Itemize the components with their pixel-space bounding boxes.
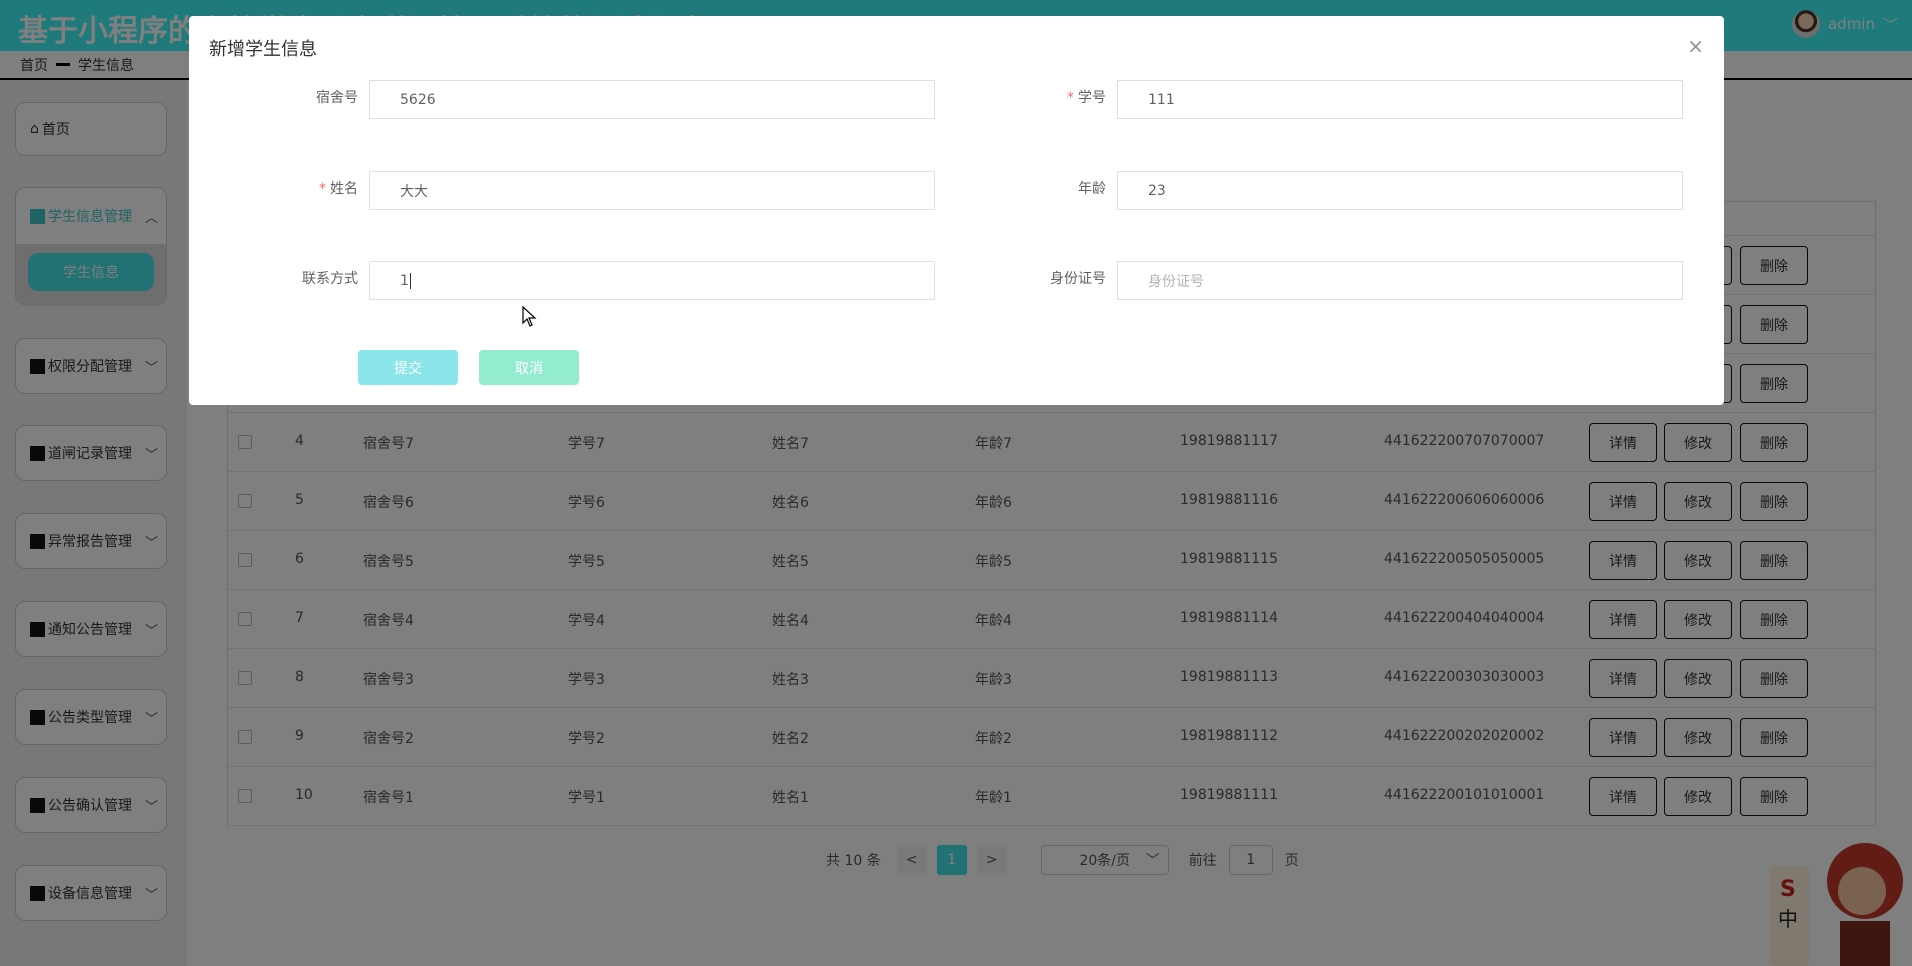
age-input[interactable]: 23 bbox=[1117, 171, 1683, 210]
dorm-input[interactable]: 5626 bbox=[369, 80, 935, 119]
contact-input[interactable]: 1 bbox=[369, 261, 935, 300]
close-icon[interactable]: × bbox=[1687, 34, 1704, 58]
dialog-title: 新增学生信息 bbox=[209, 39, 317, 60]
mouse-cursor-icon bbox=[522, 306, 537, 327]
name-label: * 姓名 bbox=[319, 181, 358, 197]
name-input[interactable]: 大大 bbox=[369, 171, 935, 210]
dorm-label: 宿舍号 bbox=[316, 90, 358, 106]
cancel-button[interactable]: 取消 bbox=[479, 350, 579, 385]
contact-label: 联系方式 bbox=[302, 271, 358, 287]
id-card-label: 身份证号 bbox=[1050, 271, 1106, 287]
id-card-input[interactable]: 身份证号 bbox=[1117, 261, 1683, 300]
student-id-label: * 学号 bbox=[1067, 90, 1106, 106]
submit-button[interactable]: 提交 bbox=[358, 350, 458, 385]
student-id-input[interactable]: 111 bbox=[1117, 80, 1683, 119]
contact-value: 1 bbox=[400, 272, 409, 289]
text-caret bbox=[409, 272, 411, 289]
age-label: 年龄 bbox=[1078, 181, 1106, 197]
add-student-dialog: 新增学生信息 × 宿舍号 5626 * 学号 111 * 姓名 大大 年龄 23 联… bbox=[189, 16, 1724, 405]
